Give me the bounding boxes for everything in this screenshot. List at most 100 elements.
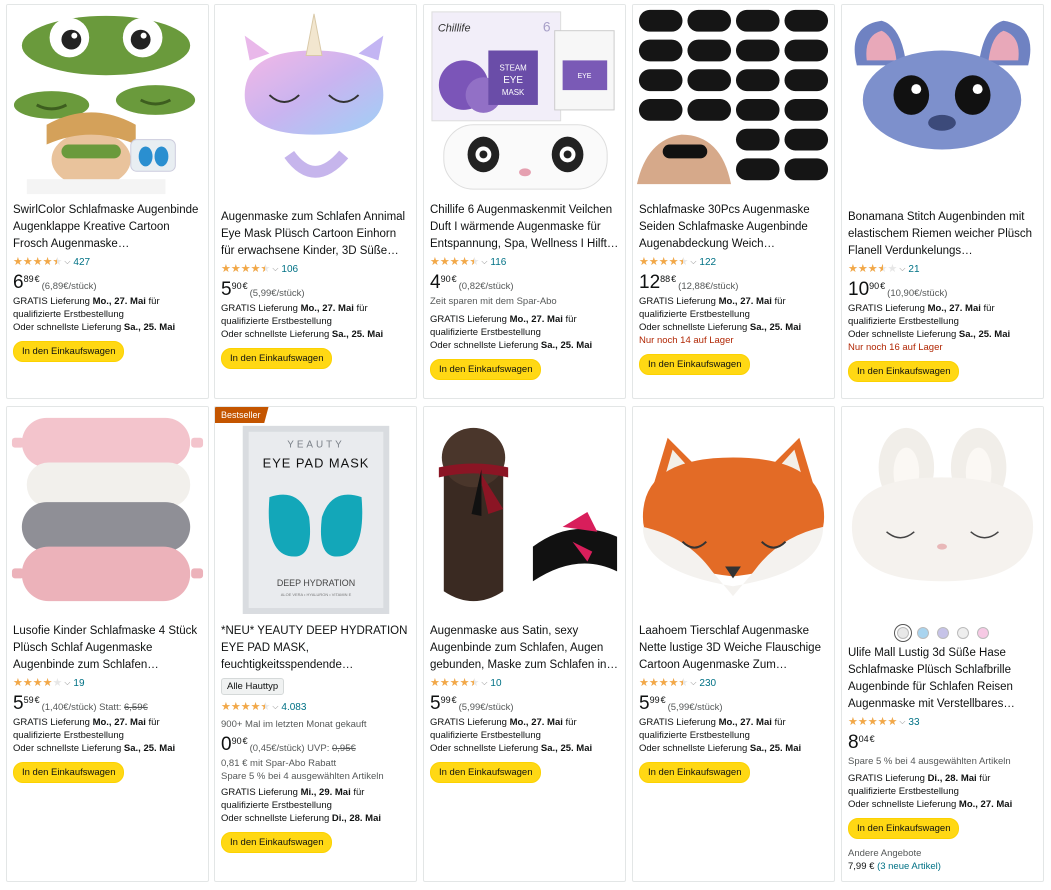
product-card[interactable]: Ulife Mall Lustig 3d Süße Hase Schlafmas… (841, 406, 1044, 882)
product-image[interactable]: YEAUTY EYE PAD MASK DEEP HYDRATION ALOE … (215, 407, 416, 615)
variant-chip[interactable]: Alle Hauttyp (221, 678, 285, 695)
product-title[interactable]: Lusofie Kinder Schlafmaske 4 Stück Plüsc… (13, 623, 202, 674)
rating-row[interactable]: ★★★★★★★★★★ ⌵ 116 (430, 255, 619, 269)
add-to-cart-button[interactable]: In den Einkaufswagen (13, 762, 125, 783)
price[interactable]: 8 04 € (848, 733, 1037, 753)
svg-text:EYE: EYE (503, 75, 523, 86)
rating-row[interactable]: ★★★★★ ★★★★★ ⌵ 33 (848, 715, 1037, 729)
other-offers[interactable]: 7,99 € (3 neue Artikel) (848, 860, 1037, 873)
review-count[interactable]: 230 (699, 678, 716, 689)
price[interactable]: 6 89 € (6,89€/stück) (13, 273, 202, 293)
product-card[interactable]: Chillife 6 STEAM EYE MASK EYE Chillife 6… (423, 4, 626, 399)
product-card[interactable]: Laahoem Tierschlaf Augenmaske Nette lust… (632, 406, 835, 882)
price-whole: 8 (848, 732, 859, 753)
product-card[interactable]: Bestseller YEAUTY EYE PAD MASK DEEP HYDR… (214, 406, 417, 882)
price[interactable]: 5 59 € (1,40€/stück) Statt: 6,59€ (13, 694, 202, 714)
price[interactable]: 12 88 € (12,88€/stück) (639, 273, 828, 293)
price[interactable]: 5 99 € (5,99€/stück) (639, 694, 828, 714)
chevron-down-icon[interactable]: ⌵ (690, 678, 696, 688)
review-count[interactable]: 122 (699, 257, 716, 268)
price[interactable]: 4 90 € (0,82€/stück) (430, 273, 619, 293)
chevron-down-icon[interactable]: ⌵ (481, 257, 487, 267)
color-swatch[interactable] (976, 627, 989, 639)
product-title[interactable]: Ulife Mall Lustig 3d Süße Hase Schlafmas… (848, 645, 1037, 713)
add-to-cart-button[interactable]: In den Einkaufswagen (639, 762, 751, 783)
color-swatch[interactable] (916, 627, 929, 639)
add-to-cart-button[interactable]: In den Einkaufswagen (221, 832, 333, 853)
product-image[interactable] (633, 407, 834, 615)
product-title[interactable]: SwirlColor Schlafmaske Augenbinde Augenk… (13, 202, 202, 253)
product-title[interactable]: Augenmaske zum Schlafen Annimal Eye Mask… (221, 209, 410, 260)
product-title[interactable]: Bonamana Stitch Augenbinden mit elastisc… (848, 209, 1037, 260)
add-to-cart-button[interactable]: In den Einkaufswagen (221, 348, 333, 369)
product-card[interactable]: Augenmaske zum Schlafen Annimal Eye Mask… (214, 4, 417, 399)
product-card[interactable]: Schlafmaske 30Pcs Augenmaske Seiden Schl… (632, 4, 835, 399)
hydration-text: DEEP HYDRATION (277, 578, 355, 588)
chevron-down-icon[interactable]: ⌵ (690, 257, 696, 267)
review-count[interactable]: 33 (908, 717, 919, 728)
review-count[interactable]: 19 (73, 678, 84, 689)
product-image[interactable] (424, 407, 625, 615)
review-count[interactable]: 10 (490, 678, 501, 689)
product-title[interactable]: Laahoem Tierschlaf Augenmaske Nette lust… (639, 623, 828, 674)
rating-row[interactable]: ★★★★★★★★★★ ⌵ 10 (430, 676, 619, 690)
review-count[interactable]: 116 (490, 257, 506, 268)
product-title[interactable]: Chillife 6 Augenmaskenmit Veilchen Duft … (430, 202, 619, 253)
rating-row[interactable]: ★★★★★★★★★★ ⌵ 106 (221, 262, 410, 276)
product-card[interactable]: Augenmaske aus Satin, sexy Augenbinde zu… (423, 406, 626, 882)
price[interactable]: 5 99 € (5,99€/stück) (430, 694, 619, 714)
svg-text:ALOE VERA • HYALURON • VITAMIN: ALOE VERA • HYALURON • VITAMIN E (281, 592, 352, 597)
rating-row[interactable]: ★★★★★★★★★★ ⌵ 122 (639, 255, 828, 269)
add-to-cart-button[interactable]: In den Einkaufswagen (848, 818, 960, 839)
chevron-down-icon[interactable]: ⌵ (272, 264, 278, 274)
fast-delivery-info: Oder schnellste Lieferung Sa., 25. Mai (639, 322, 802, 333)
review-count[interactable]: 106 (281, 264, 298, 275)
multi-buy-offer: Spare 5 % bei 4 ausgewählten Artikeln (221, 771, 384, 782)
product-image[interactable] (633, 5, 834, 195)
price-currency: € (671, 274, 677, 284)
price[interactable]: 0 90 € (0,45€/stück) UVP: 0,95€ (221, 735, 410, 755)
rating-row[interactable]: ★★★★★★★★★★ ⌵ 427 (13, 255, 202, 269)
product-image[interactable] (215, 5, 416, 195)
add-to-cart-button[interactable]: In den Einkaufswagen (639, 354, 751, 375)
add-to-cart-button[interactable]: In den Einkaufswagen (848, 361, 960, 382)
product-image[interactable] (842, 407, 1043, 615)
other-offers-link[interactable]: (3 neue Artikel) (877, 861, 941, 872)
rating-row[interactable]: ★★★★★★★★★★ ⌵ 19 (13, 676, 202, 690)
chevron-down-icon[interactable]: ⌵ (899, 264, 905, 274)
add-to-cart-button[interactable]: In den Einkaufswagen (430, 359, 542, 380)
product-card[interactable]: Lusofie Kinder Schlafmaske 4 Stück Plüsc… (6, 406, 209, 882)
color-swatch[interactable] (936, 627, 949, 639)
price[interactable]: 5 90 € (5,99€/stück) (221, 280, 410, 300)
rating-row[interactable]: ★★★★★★★★★★ ⌵ 4.083 (221, 700, 410, 714)
review-count[interactable]: 427 (73, 257, 90, 268)
chevron-down-icon[interactable]: ⌵ (481, 678, 487, 688)
product-card[interactable]: Bonamana Stitch Augenbinden mit elastisc… (841, 4, 1044, 399)
add-to-cart-button[interactable]: In den Einkaufswagen (430, 762, 542, 783)
chevron-down-icon[interactable]: ⌵ (64, 678, 70, 688)
fast-delivery-info: Oder schnellste Lieferung Sa., 25. Mai (13, 743, 176, 754)
product-card[interactable]: SwirlColor Schlafmaske Augenbinde Augenk… (6, 4, 209, 399)
color-swatch[interactable] (896, 627, 909, 639)
fast-delivery-info: Oder schnellste Lieferung Di., 28. Mai (221, 813, 382, 824)
rating-row[interactable]: ★★★★★★★★★★ ⌵ 21 (848, 262, 1037, 276)
price[interactable]: 10 90 € (10,90€/stück) (848, 280, 1037, 300)
chevron-down-icon[interactable]: ⌵ (64, 257, 70, 267)
product-image[interactable]: Chillife 6 STEAM EYE MASK EYE (424, 5, 625, 195)
rating-row[interactable]: ★★★★★★★★★★ ⌵ 230 (639, 676, 828, 690)
product-title[interactable]: Schlafmaske 30Pcs Augenmaske Seiden Schl… (639, 202, 828, 253)
review-count[interactable]: 4.083 (281, 702, 306, 713)
product-image[interactable] (842, 5, 1043, 195)
product-title[interactable]: Augenmaske aus Satin, sexy Augenbinde zu… (430, 623, 619, 674)
price-fraction: 90 (440, 274, 451, 284)
add-to-cart-button[interactable]: In den Einkaufswagen (13, 341, 125, 362)
chevron-down-icon[interactable]: ⌵ (899, 717, 905, 727)
review-count[interactable]: 21 (908, 264, 919, 275)
product-title[interactable]: *NEU* YEAUTY DEEP HYDRATION EYE PAD MASK… (221, 623, 410, 674)
chevron-down-icon[interactable]: ⌵ (272, 702, 278, 712)
svg-text:EYE: EYE (577, 73, 591, 80)
delivery-info: GRATIS Lieferung Mo., 27. Mai für qualif… (221, 303, 368, 327)
product-image[interactable] (7, 407, 208, 615)
product-image[interactable] (7, 5, 208, 195)
color-swatch[interactable] (956, 627, 969, 639)
